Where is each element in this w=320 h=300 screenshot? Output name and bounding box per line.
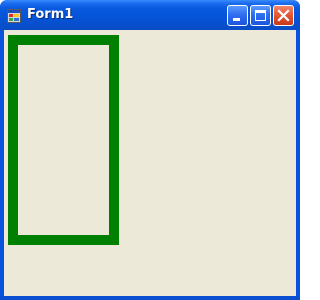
- green-rectangle-outline: [8, 35, 119, 245]
- minimize-icon: [233, 18, 240, 21]
- form-app-icon[interactable]: [7, 8, 21, 23]
- close-button[interactable]: [273, 5, 294, 26]
- maximize-icon: [255, 10, 266, 21]
- maximize-button[interactable]: [250, 5, 271, 26]
- title-bar[interactable]: Form1: [0, 0, 300, 30]
- close-icon: [277, 9, 290, 22]
- app-window: Form1: [0, 0, 300, 300]
- minimize-button[interactable]: [227, 5, 248, 26]
- window-title: Form1: [27, 7, 74, 22]
- window-bottom-border: [0, 296, 300, 300]
